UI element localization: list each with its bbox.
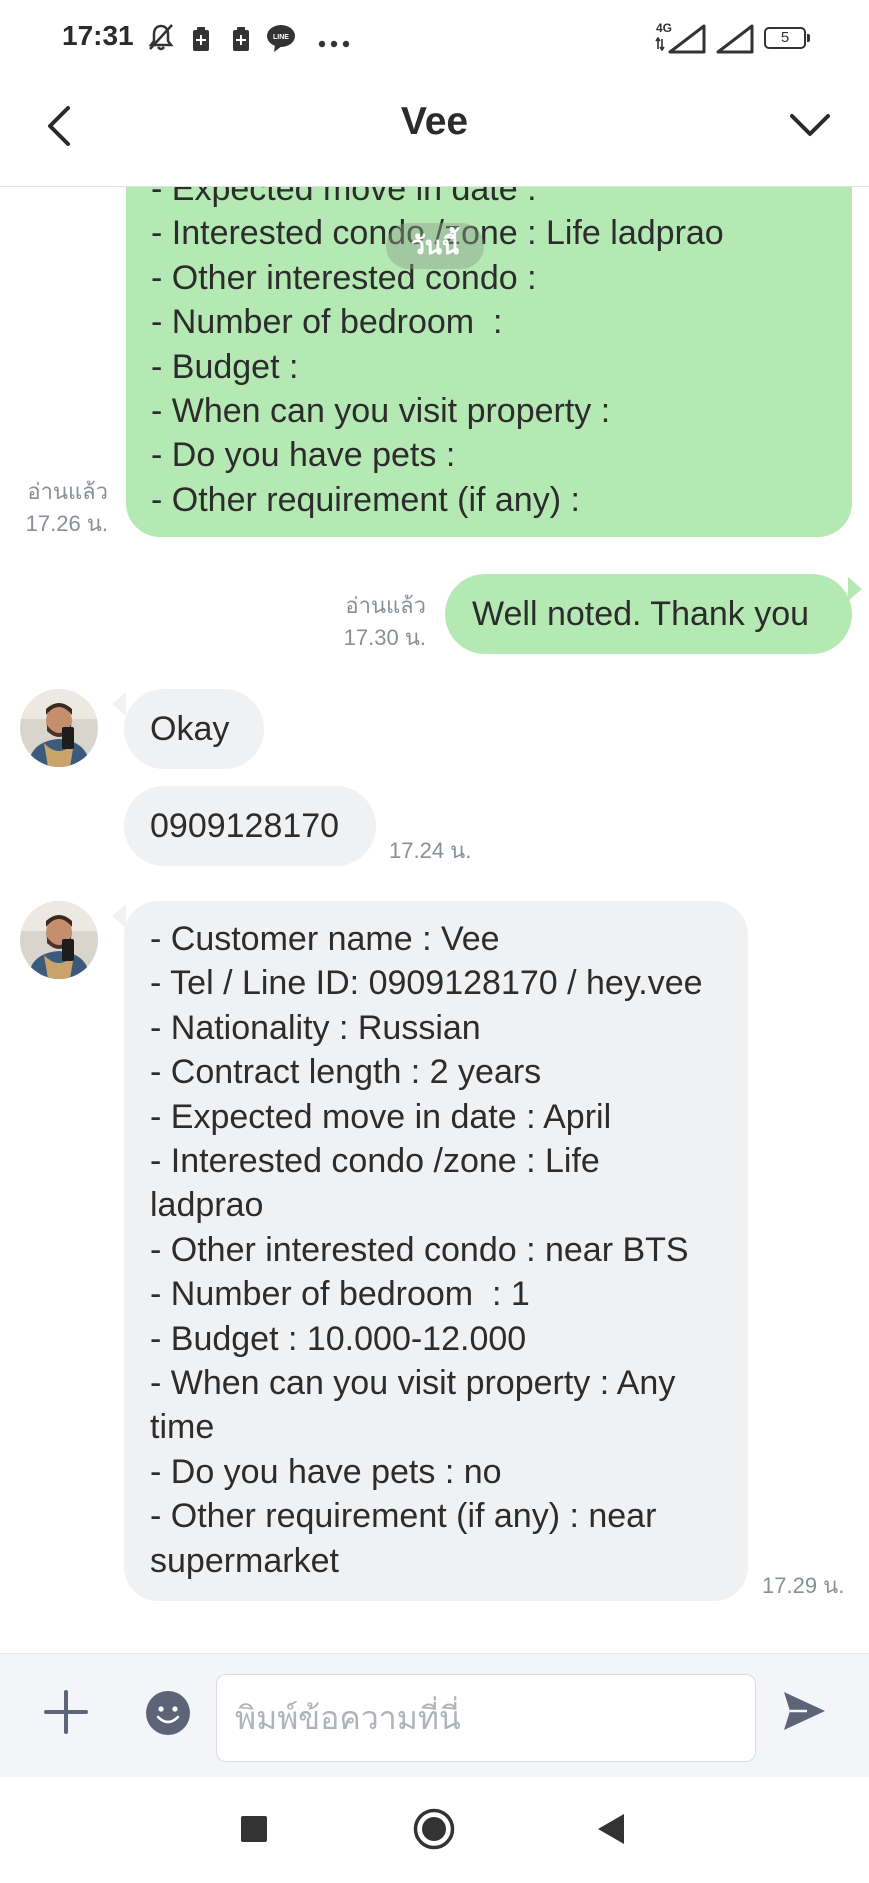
signal-icon (716, 24, 754, 59)
header-menu-button[interactable] (786, 102, 834, 150)
emoji-button[interactable] (145, 1690, 191, 1736)
date-chip: วันนี้ (386, 223, 484, 269)
chat-header: Vee (0, 78, 869, 187)
message-line: - Expected move in date : April (150, 1097, 612, 1136)
message-line: Okay (150, 710, 230, 748)
bubble-tail (112, 904, 126, 928)
home-circle-icon (413, 1808, 455, 1850)
message-line: - Interested condo /zone : Life ladprao (151, 214, 724, 253)
message-bubble-sent[interactable]: Well noted. Thank you (445, 574, 852, 654)
message-bubble-sent[interactable]: - Expected move in date : - Interested c… (126, 187, 852, 537)
message-line: - Number of bedroom : (151, 303, 503, 342)
message-line: time (150, 1408, 215, 1447)
battery-saver-icon (231, 26, 251, 57)
battery-saver-icon (191, 26, 211, 57)
system-nav-bar (0, 1777, 869, 1883)
message-line: - When can you visit property : (151, 392, 611, 431)
message-line: - Number of bedroom : 1 (150, 1275, 530, 1314)
message-line: ladprao (150, 1186, 264, 1225)
message-time: 17.26 น. (25, 511, 108, 536)
message-meta: อ่านแล้ว 17.26 น. (6, 476, 108, 540)
message-line: - Budget : (151, 347, 299, 386)
recents-button[interactable] (240, 1815, 268, 1848)
data-arrows-icon (655, 36, 665, 56)
message-time: 17.30 น. (343, 625, 426, 650)
message-bubble-received[interactable]: Okay (124, 689, 264, 769)
message-line: - Do you have pets : no (150, 1452, 502, 1491)
message-line: Well noted. Thank you (472, 595, 810, 633)
message-composer (0, 1653, 869, 1778)
status-time: 17:31 (62, 20, 134, 51)
bubble-tail (112, 692, 126, 716)
home-button[interactable] (413, 1808, 455, 1855)
emoji-icon (146, 1691, 190, 1735)
status-bar: 17:31 LINE 4G 5 (0, 0, 869, 78)
message-line: - Interested condo /zone : Life (150, 1142, 600, 1181)
chat-screen: 17:31 LINE 4G 5 Vee - Expected move in d… (0, 0, 869, 1883)
message-time: 17.29 น. (762, 1573, 845, 1598)
chevron-down-icon (790, 114, 830, 136)
message-line: - When can you visit property : Any (150, 1364, 676, 1403)
battery-icon: 5 (764, 27, 810, 49)
read-receipt: อ่านแล้ว (27, 479, 108, 504)
more-dots-icon (318, 35, 350, 53)
avatar-photo (20, 689, 98, 767)
message-time: 17.24 น. (389, 838, 472, 863)
line-app-icon: LINE (266, 23, 296, 58)
attach-button[interactable] (42, 1688, 90, 1736)
message-line: - Budget : 10.000-12.000 (150, 1319, 527, 1358)
message-list[interactable]: - Expected move in date : - Interested c… (0, 187, 869, 1653)
message-bubble-received[interactable]: - Customer name : Vee - Tel / Line ID: 0… (124, 901, 748, 1601)
avatar-photo (20, 901, 98, 979)
message-line: - Expected move in date : (151, 187, 537, 208)
recents-square-icon (241, 1816, 267, 1842)
bubble-tail (848, 577, 862, 601)
message-line: - Other interested condo : near BTS (150, 1230, 689, 1269)
message-line: - Contract length : 2 years (150, 1053, 542, 1092)
message-line: - Other requirement (if any) : near (150, 1497, 657, 1536)
contact-avatar[interactable] (20, 901, 98, 979)
send-icon (784, 1692, 825, 1730)
plus-icon (44, 1690, 88, 1734)
mute-bell-icon (147, 22, 175, 57)
message-line: - Do you have pets : (151, 436, 456, 475)
signal-icon (668, 24, 706, 59)
message-bubble-received[interactable]: 0909128170 (124, 786, 376, 866)
back-nav-button[interactable] (597, 1813, 625, 1850)
read-receipt: อ่านแล้ว (345, 593, 426, 618)
contact-avatar[interactable] (20, 689, 98, 767)
message-input[interactable] (216, 1674, 756, 1762)
message-line: - Nationality : Russian (150, 1008, 481, 1047)
message-line: 0909128170 (150, 807, 340, 845)
message-line: - Other requirement (if any) : (151, 480, 580, 519)
message-line: - Customer name : Vee (150, 920, 500, 958)
send-button[interactable] (781, 1688, 827, 1734)
message-line: supermarket (150, 1541, 339, 1580)
message-meta: อ่านแล้ว 17.30 น. (320, 590, 426, 654)
chat-title: Vee (400, 100, 469, 143)
message-line: - Tel / Line ID: 0909128170 / hey.vee (150, 964, 703, 1003)
back-triangle-icon (598, 1814, 624, 1844)
svg-text:LINE: LINE (273, 34, 289, 41)
message-line: - Other interested condo : (151, 258, 537, 297)
